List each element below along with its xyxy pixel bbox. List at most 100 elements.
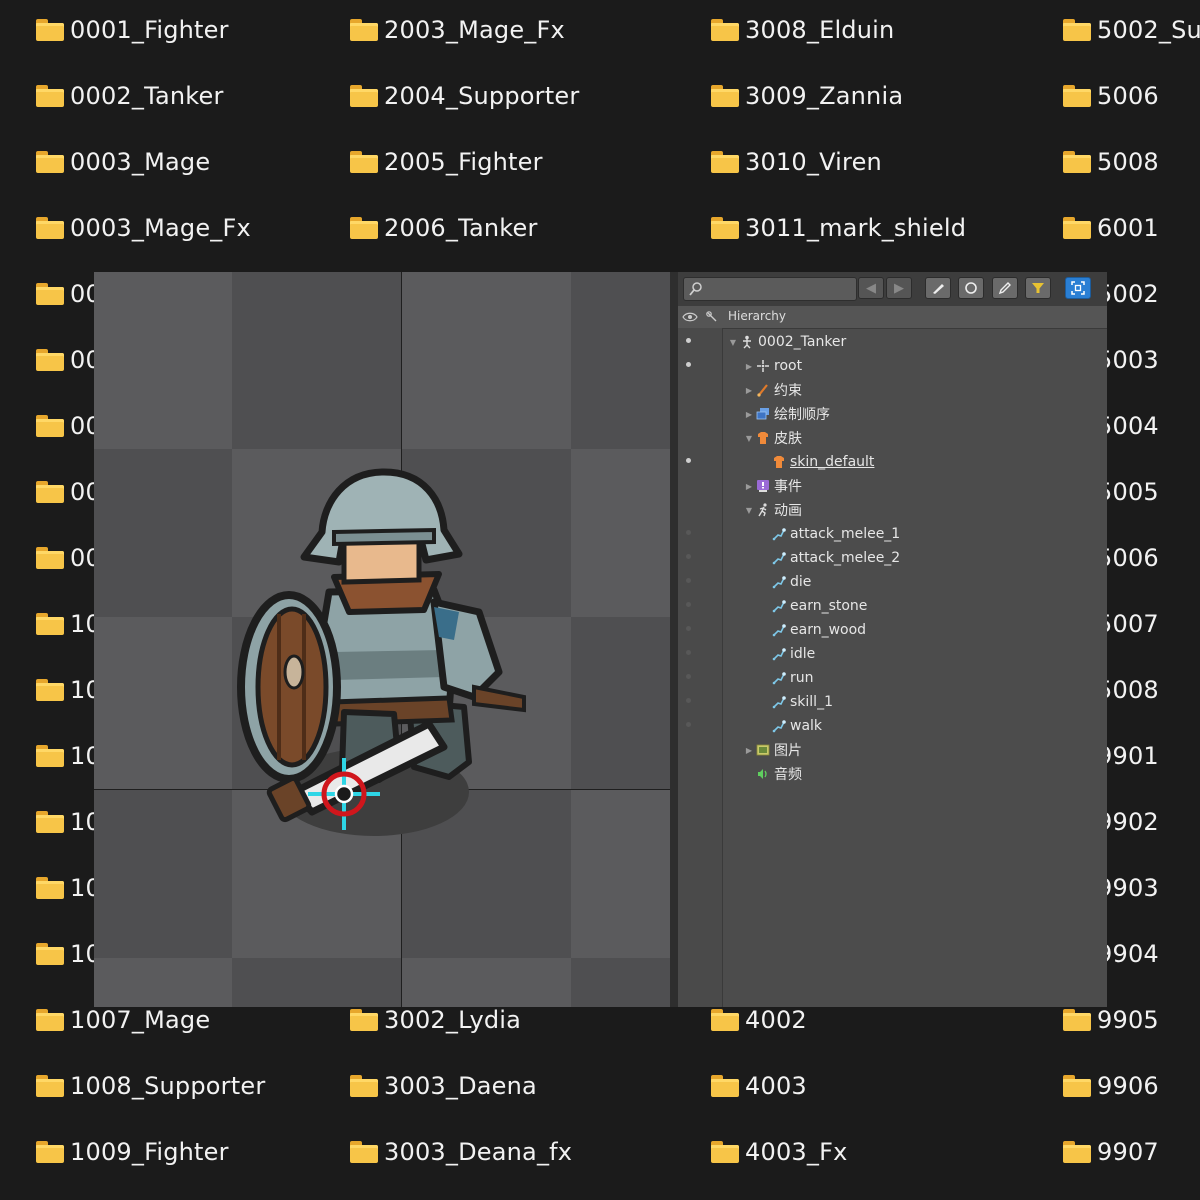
tree-row[interactable]: ▶ 绘制顺序 [678,402,1107,426]
folder-item[interactable]: 2005_Fighter [350,142,543,182]
folder-icon [711,1075,739,1097]
folder-item[interactable]: 2004_Supporter [350,76,579,116]
folder-label: 3011_mark_shield [745,214,967,242]
tree-row[interactable]: walk [678,714,1107,738]
back-button[interactable]: ◀ [858,277,884,299]
folder-item[interactable]: 5002_Sup [1063,10,1200,50]
folder-item[interactable]: 4003_Fx [711,1132,848,1172]
visibility-dot[interactable] [686,338,691,343]
search-input[interactable] [683,277,857,301]
bone-tool-button[interactable] [925,277,951,299]
visibility-dot[interactable] [686,650,691,655]
tree-item-label: 皮肤 [774,431,802,447]
anim-clip-icon [772,575,786,589]
forward-button[interactable]: ▶ [886,277,912,299]
folder-item[interactable]: 3003_Daena [350,1066,537,1106]
tree-row[interactable]: ▼ 皮肤 [678,426,1107,450]
collapsed-arrow-icon[interactable]: ▶ [744,410,754,419]
folder-item[interactable]: 2003_Mage_Fx [350,10,565,50]
folder-item[interactable]: 0002_Tanker [36,76,224,116]
visibility-dot[interactable] [686,602,691,607]
folder-item[interactable]: 10 [36,934,101,974]
folder-item[interactable]: 3011_mark_shield [711,208,966,248]
tree-row[interactable]: earn_wood [678,618,1107,642]
folder-label: 0003_Mage [70,148,211,176]
focus-button[interactable] [1065,277,1091,299]
folder-item[interactable]: 10 [36,736,101,776]
tree-item-label: idle [790,646,816,662]
visibility-dot[interactable] [686,674,691,679]
tree-row[interactable]: attack_melee_2 [678,546,1107,570]
visibility-dot[interactable] [686,698,691,703]
tree-row[interactable]: earn_stone [678,594,1107,618]
anim-clip-icon [772,599,786,613]
folder-item[interactable]: 3010_Viren [711,142,882,182]
visibility-dot[interactable] [686,626,691,631]
folder-item[interactable]: 0003_Mage [36,142,210,182]
folder-item[interactable]: 00 [36,274,101,314]
folder-item[interactable]: 10 [36,802,101,842]
expanded-arrow-icon[interactable]: ▼ [744,506,754,515]
folder-item[interactable]: 4003 [711,1066,807,1106]
visibility-dot[interactable] [686,362,691,367]
tanker-character-sprite[interactable] [234,462,534,842]
folder-item[interactable]: 00 [36,406,101,446]
folder-item[interactable]: 10 [36,604,101,644]
eye-icon[interactable] [682,311,698,323]
folder-item[interactable]: 9907 [1063,1132,1159,1172]
panel-splitter[interactable] [670,272,678,1007]
folder-item[interactable]: 2006_Tanker [350,208,538,248]
folder-item[interactable]: 5008 [1063,142,1159,182]
collapsed-arrow-icon[interactable]: ▶ [744,362,754,371]
folder-item[interactable]: 3009_Zannia [711,76,903,116]
collapsed-arrow-icon[interactable]: ▶ [744,482,754,491]
anim-clip-icon [772,695,786,709]
filter-button[interactable] [1025,277,1051,299]
folder-item[interactable]: 10 [36,868,101,908]
visibility-dot[interactable] [686,578,691,583]
folder-item[interactable]: 00 [36,472,101,512]
root-bone-gizmo[interactable] [304,754,384,834]
viewport[interactable] [94,272,670,1007]
collapsed-arrow-icon[interactable]: ▶ [744,746,754,755]
visibility-dot[interactable] [686,722,691,727]
folder-item[interactable]: 3008_Elduin [711,10,894,50]
expanded-arrow-icon[interactable]: ▼ [728,338,738,347]
tree-row[interactable]: idle [678,642,1107,666]
folder-item[interactable]: 6001 [1063,208,1159,248]
folder-item[interactable]: 00 [36,538,101,578]
tree-row[interactable]: ▼ 0002_Tanker [678,330,1107,354]
folder-item[interactable]: 3003_Deana_fx [350,1132,572,1172]
folder-item[interactable]: 0001_Fighter [36,10,229,50]
tree-row[interactable]: attack_melee_1 [678,522,1107,546]
folder-item[interactable]: 00 [36,340,101,380]
visibility-dot[interactable] [686,530,691,535]
tree-row[interactable]: ▼ 动画 [678,498,1107,522]
folder-item[interactable]: 9906 [1063,1066,1159,1106]
tree-row[interactable]: skill_1 [678,690,1107,714]
expanded-arrow-icon[interactable]: ▼ [744,434,754,443]
collapsed-arrow-icon[interactable]: ▶ [744,386,754,395]
folder-item[interactable]: 5006 [1063,76,1159,116]
tree-row[interactable]: skin_default [678,450,1107,474]
draw-order-icon [756,407,770,421]
tree-row[interactable]: 音频 [678,762,1107,786]
folder-label: 1009_Fighter [70,1138,229,1166]
folder-item[interactable]: 1008_Supporter [36,1066,265,1106]
visibility-dot[interactable] [686,554,691,559]
key-icon[interactable] [705,310,719,324]
folder-item[interactable]: 10 [36,670,101,710]
visibility-dot[interactable] [686,458,691,463]
circle-tool-button[interactable] [958,277,984,299]
tree-row[interactable]: ▶ 事件 [678,474,1107,498]
circle-tool-icon [965,282,977,294]
tree-row[interactable]: ▶ 约束 [678,378,1107,402]
folder-item[interactable]: 1009_Fighter [36,1132,229,1172]
folder-item[interactable]: 0003_Mage_Fx [36,208,251,248]
tree-row[interactable]: ▶ root [678,354,1107,378]
tree-row[interactable]: die [678,570,1107,594]
pen-tool-button[interactable] [992,277,1018,299]
tree-row[interactable]: run [678,666,1107,690]
folder-label: 3008_Elduin [745,16,895,44]
tree-row[interactable]: ▶ 图片 [678,738,1107,762]
